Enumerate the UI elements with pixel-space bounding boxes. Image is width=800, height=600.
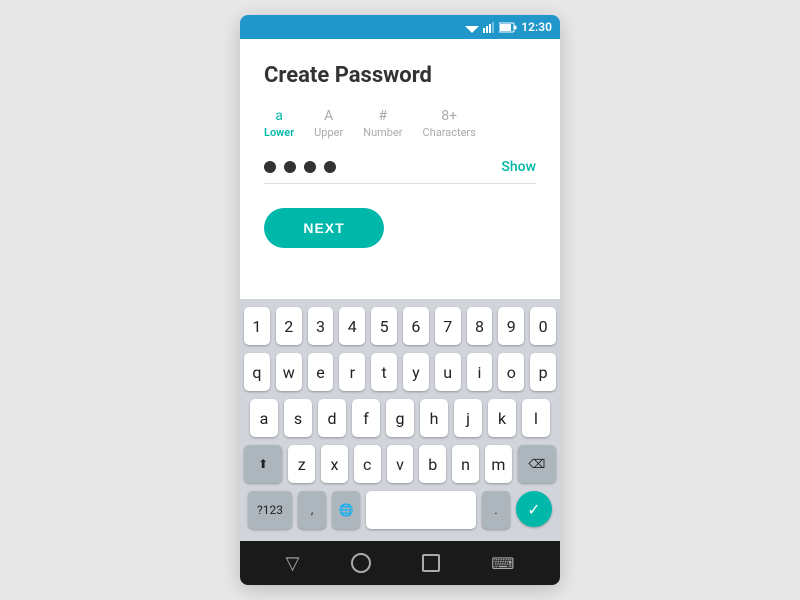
home-button[interactable] <box>351 553 371 573</box>
req-lower-symbol: a <box>275 108 283 124</box>
req-characters-symbol: 8+ <box>441 108 457 124</box>
key-r[interactable]: r <box>339 353 365 391</box>
spacebar-key[interactable] <box>366 491 476 529</box>
keyboard-icon: ⌨ <box>491 554 514 573</box>
req-lower: a Lower <box>264 108 294 139</box>
key-2[interactable]: 2 <box>276 307 302 345</box>
phone-frame: 12:30 Create Password a Lower A Upper # … <box>240 15 560 585</box>
req-characters-label: Characters <box>423 126 476 139</box>
key-l[interactable]: l <box>522 399 550 437</box>
key-a[interactable]: a <box>250 399 278 437</box>
show-password-button[interactable]: Show <box>501 159 536 175</box>
enter-key[interactable]: ✓ <box>516 491 552 527</box>
home-icon <box>351 553 371 573</box>
page-title: Create Password <box>264 63 536 88</box>
key-7[interactable]: 7 <box>435 307 461 345</box>
keyboard-row-asdf: a s d f g h j k l <box>244 399 556 437</box>
key-k[interactable]: k <box>488 399 516 437</box>
shift-key[interactable]: ⬆ <box>244 445 282 483</box>
key-i[interactable]: i <box>467 353 493 391</box>
req-lower-label: Lower <box>264 126 294 139</box>
key-m[interactable]: m <box>485 445 512 483</box>
req-number-symbol: # <box>379 108 388 124</box>
key-v[interactable]: v <box>387 445 414 483</box>
back-button[interactable]: ▽ <box>286 553 300 574</box>
status-time: 12:30 <box>521 20 552 34</box>
comma-key[interactable]: , <box>298 491 326 529</box>
key-3[interactable]: 3 <box>308 307 334 345</box>
key-o[interactable]: o <box>498 353 524 391</box>
req-number: # Number <box>363 108 402 139</box>
back-icon: ▽ <box>286 553 300 574</box>
dot-1 <box>264 161 276 173</box>
key-c[interactable]: c <box>354 445 381 483</box>
req-number-label: Number <box>363 126 402 139</box>
key-s[interactable]: s <box>284 399 312 437</box>
password-dots <box>264 161 336 173</box>
keyboard-toggle-button[interactable]: ⌨ <box>491 554 514 573</box>
backspace-icon: ⌫ <box>528 457 545 471</box>
key-9[interactable]: 9 <box>498 307 524 345</box>
shift-icon: ⬆ <box>258 457 268 471</box>
status-icons: 12:30 <box>465 18 552 37</box>
key-f[interactable]: f <box>352 399 380 437</box>
key-4[interactable]: 4 <box>339 307 365 345</box>
key-q[interactable]: q <box>244 353 270 391</box>
keyboard-row-bottom: ?123 , 🌐 . ✓ <box>244 491 556 529</box>
key-e[interactable]: e <box>308 353 334 391</box>
dot-2 <box>284 161 296 173</box>
key-b[interactable]: b <box>419 445 446 483</box>
symbols-key[interactable]: ?123 <box>248 491 292 529</box>
key-d[interactable]: d <box>318 399 346 437</box>
key-x[interactable]: x <box>321 445 348 483</box>
next-button[interactable]: NEXT <box>264 208 384 248</box>
key-h[interactable]: h <box>420 399 448 437</box>
status-bar: 12:30 <box>240 15 560 39</box>
key-t[interactable]: t <box>371 353 397 391</box>
req-upper: A Upper <box>314 108 343 139</box>
dot-4 <box>324 161 336 173</box>
req-upper-label: Upper <box>314 126 343 139</box>
password-field[interactable]: Show <box>264 159 536 184</box>
backspace-key[interactable]: ⌫ <box>518 445 556 483</box>
req-upper-symbol: A <box>324 108 333 124</box>
key-j[interactable]: j <box>454 399 482 437</box>
recent-button[interactable] <box>422 554 440 572</box>
keyboard-row-numbers: 1 2 3 4 5 6 7 8 9 0 <box>244 307 556 345</box>
key-z[interactable]: z <box>288 445 315 483</box>
dot-3 <box>304 161 316 173</box>
recent-icon <box>422 554 440 572</box>
key-1[interactable]: 1 <box>244 307 270 345</box>
keyboard-row-qwerty: q w e r t y u i o p <box>244 353 556 391</box>
key-5[interactable]: 5 <box>371 307 397 345</box>
content-area: Create Password a Lower A Upper # Number… <box>240 39 560 299</box>
keyboard-row-zxcv: ⬆ z x c v b n m ⌫ <box>244 445 556 483</box>
wifi-icon <box>465 18 479 37</box>
key-0[interactable]: 0 <box>530 307 556 345</box>
period-key[interactable]: . <box>482 491 510 529</box>
requirements-row: a Lower A Upper # Number 8+ Characters <box>264 108 536 139</box>
key-n[interactable]: n <box>452 445 479 483</box>
key-y[interactable]: y <box>403 353 429 391</box>
key-8[interactable]: 8 <box>467 307 493 345</box>
req-characters: 8+ Characters <box>423 108 476 139</box>
battery-icon <box>499 18 517 37</box>
key-w[interactable]: w <box>276 353 302 391</box>
keyboard: 1 2 3 4 5 6 7 8 9 0 q w e r t y u i o p … <box>240 299 560 541</box>
bottom-nav: ▽ ⌨ <box>240 541 560 585</box>
signal-icon <box>483 18 495 37</box>
globe-key[interactable]: 🌐 <box>332 491 360 529</box>
key-u[interactable]: u <box>435 353 461 391</box>
key-g[interactable]: g <box>386 399 414 437</box>
checkmark-icon: ✓ <box>527 500 540 519</box>
key-p[interactable]: p <box>530 353 556 391</box>
key-6[interactable]: 6 <box>403 307 429 345</box>
